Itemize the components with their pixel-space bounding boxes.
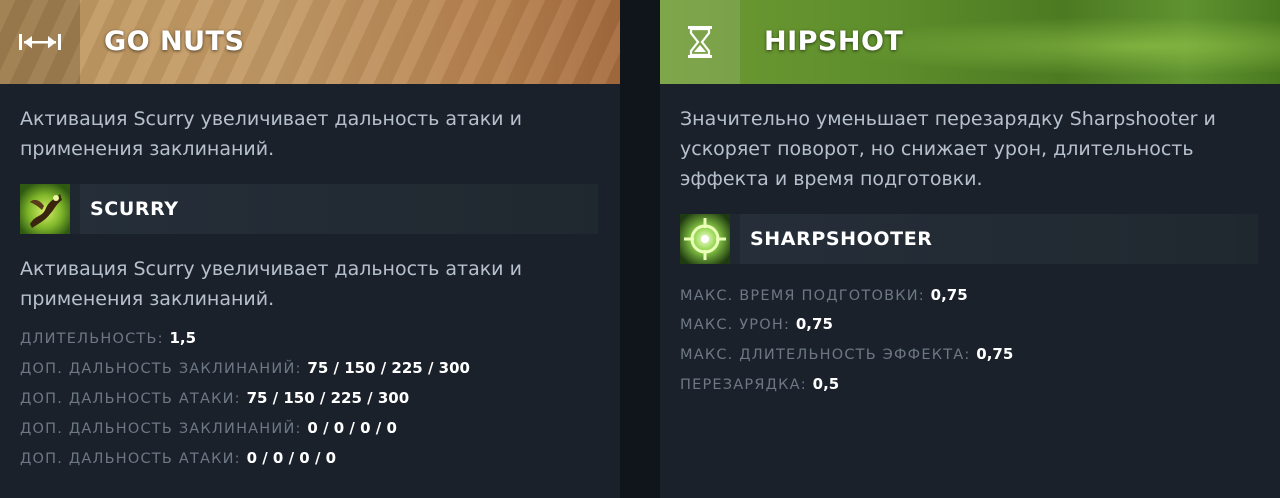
stat-line: ДОП. ДАЛЬНОСТЬ ЗАКЛИНАНИЙ: 75 / 150 / 22…: [20, 359, 470, 377]
arrows-horizontal-icon: [0, 0, 80, 84]
stat-value: 1,5: [169, 329, 197, 347]
stat-value: 0,75: [795, 315, 833, 333]
ability-row-sharpshooter[interactable]: SHARPSHOOTER: [680, 214, 1258, 264]
facet-header: HIPSHOT: [660, 0, 1280, 84]
ability-name: SHARPSHOOTER: [750, 228, 933, 250]
ability-description: Активация Scurry увеличивает дальность а…: [20, 258, 522, 310]
stat-value: 0 / 0 / 0 / 0: [246, 449, 337, 467]
stat-line: ПЕРЕЗАРЯДКА: 0,5: [680, 375, 839, 393]
stat-label: ПЕРЕЗАРЯДКА:: [680, 377, 807, 393]
stat-label: МАКС. УРОН:: [680, 317, 791, 333]
facet-description: Значительно уменьшает перезарядку Sharps…: [680, 108, 1216, 190]
stat-label: ДЛИТЕЛЬНОСТЬ:: [20, 331, 164, 347]
facet-panel-go-nuts: GO NUTS Активация Scurry увеличивает дал…: [0, 0, 620, 498]
scurry-ability-icon[interactable]: [20, 184, 70, 234]
ability-row-scurry[interactable]: SCURRY: [20, 184, 598, 234]
stat-line: ДЛИТЕЛЬНОСТЬ: 1,5: [20, 329, 196, 347]
stat-value: 0,75: [930, 286, 968, 304]
facet-title: HIPSHOT: [764, 26, 904, 57]
stat-value: 75 / 150 / 225 / 300: [246, 389, 410, 407]
stat-label: МАКС. ДЛИТЕЛЬНОСТЬ ЭФФЕКТА:: [680, 347, 971, 363]
stat-label: ДОП. ДАЛЬНОСТЬ ЗАКЛИНАНИЙ:: [20, 421, 302, 437]
stat-value: 0 / 0 / 0 / 0: [307, 419, 397, 437]
facet-header: GO NUTS: [0, 0, 620, 84]
facet-description: Активация Scurry увеличивает дальность а…: [20, 108, 522, 160]
stat-label: ДОП. ДАЛЬНОСТЬ АТАКИ:: [20, 451, 241, 467]
stat-label: ДОП. ДАЛЬНОСТЬ ЗАКЛИНАНИЙ:: [20, 361, 302, 377]
sharpshooter-ability-icon[interactable]: [680, 214, 730, 264]
panel-divider: [620, 0, 660, 498]
facet-panel-hipshot: HIPSHOT Значительно уменьшает перезарядк…: [660, 0, 1280, 498]
stat-line: МАКС. ВРЕМЯ ПОДГОТОВКИ: 0,75: [680, 286, 968, 304]
stat-label: ДОП. ДАЛЬНОСТЬ АТАКИ:: [20, 391, 241, 407]
stat-value: 0,75: [976, 345, 1014, 363]
stat-label: МАКС. ВРЕМЯ ПОДГОТОВКИ:: [680, 288, 925, 304]
stat-line: ДОП. ДАЛЬНОСТЬ АТАКИ: 0 / 0 / 0 / 0: [20, 449, 336, 467]
stat-line: МАКС. ДЛИТЕЛЬНОСТЬ ЭФФЕКТА: 0,75: [680, 345, 1013, 363]
stat-value: 0,5: [812, 375, 840, 393]
hourglass-icon: [660, 0, 740, 84]
stat-value: 75 / 150 / 225 / 300: [307, 359, 470, 377]
stat-line: ДОП. ДАЛЬНОСТЬ ЗАКЛИНАНИЙ: 0 / 0 / 0 / 0: [20, 419, 397, 437]
facet-title: GO NUTS: [104, 26, 245, 57]
stat-line: ДОП. ДАЛЬНОСТЬ АТАКИ: 75 / 150 / 225 / 3…: [20, 389, 409, 407]
stat-line: МАКС. УРОН: 0,75: [680, 315, 833, 333]
ability-name: SCURRY: [90, 198, 179, 220]
